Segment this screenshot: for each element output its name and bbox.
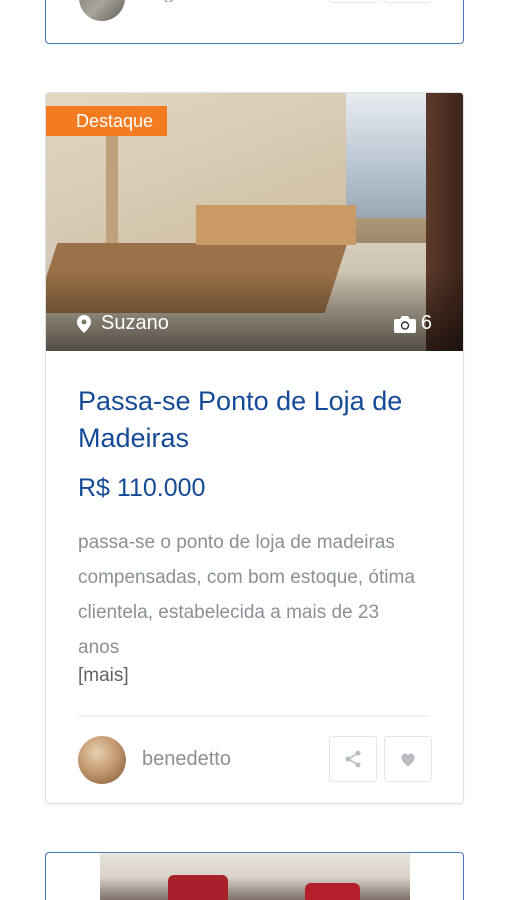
heart-icon <box>401 753 415 767</box>
share-button[interactable] <box>329 0 377 3</box>
listing-description: passa-se o ponto de loja de madeiras com… <box>78 532 415 658</box>
camera-icon <box>393 315 416 333</box>
more-link[interactable]: [mais] <box>78 665 129 687</box>
listing-photo[interactable]: Destaque Suzano 6 <box>46 93 463 351</box>
author-name[interactable]: benedetto <box>142 748 231 771</box>
map-pin-icon <box>77 314 91 333</box>
listing-photo[interactable] <box>100 853 410 900</box>
share-button[interactable] <box>329 736 377 782</box>
favorite-button[interactable] <box>384 736 432 782</box>
photo-count-text: 6 <box>420 312 432 334</box>
favorite-button[interactable] <box>384 0 432 3</box>
divider <box>78 715 430 717</box>
next-listing-card[interactable] <box>45 852 464 900</box>
location-text: Suzano <box>101 312 169 334</box>
photo-count: 6 <box>393 312 432 335</box>
avatar[interactable] <box>78 736 126 784</box>
listing-title[interactable]: Passa-se Ponto de Loja de Madeiras <box>78 383 438 457</box>
previous-listing-card[interactable]: tiago <box>45 0 464 44</box>
featured-badge: Destaque <box>46 106 168 136</box>
location-label: Suzano <box>77 312 169 335</box>
listing-card[interactable]: Destaque Suzano 6 Passa-se Ponto de Loja… <box>45 92 464 804</box>
listing-price: R$ 110.000 <box>78 474 206 502</box>
avatar <box>79 0 125 21</box>
share-icon <box>345 750 361 768</box>
author-name: tiago <box>142 0 185 2</box>
